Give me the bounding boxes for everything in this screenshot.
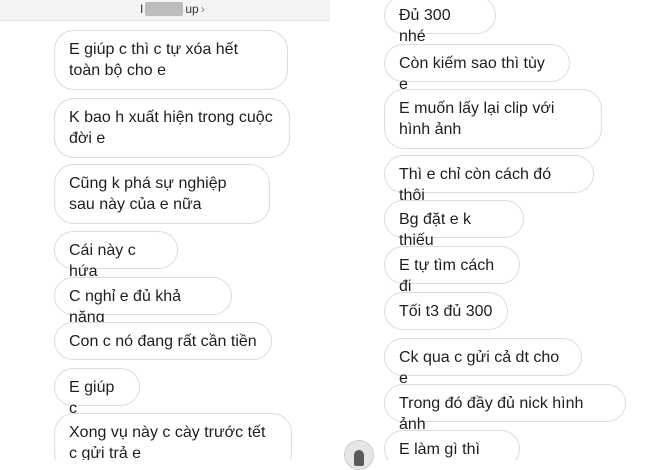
message-bubble: C nghỉ e đủ khả năng xyxy=(54,277,232,326)
message-bubble: E giúp c thì c tự xóa hết toàn bộ cho e xyxy=(54,30,288,90)
chat-title-suffix: up xyxy=(185,2,199,16)
message-bubble: E giúp c xyxy=(54,368,140,417)
message-bubble: Con c nó đang rất cần tiền xyxy=(54,322,272,360)
message-bubble: E muốn lấy lại clip với hình ảnh xyxy=(384,89,602,149)
message-bubble: Xong vụ này c cày trước tết c gửi trả e xyxy=(54,413,292,460)
message-bubble: Đủ 300 nhé xyxy=(384,0,496,45)
chat-title[interactable]: I up › xyxy=(140,2,205,16)
left-chat-panel: E giúp c thì c tự xóa hết toàn bộ cho e … xyxy=(0,0,330,460)
avatar-figure xyxy=(354,450,364,466)
message-bubble: Ck qua c gửi cả dt cho e xyxy=(384,338,582,387)
message-bubble: E làm gì thì làm xyxy=(384,430,520,460)
message-bubble: Cũng k phá sự nghiệp sau này của e nữa xyxy=(54,164,270,224)
right-chat-panel: Đủ 300 nhé Còn kiếm sao thì tùy e E muốn… xyxy=(334,0,660,460)
user-avatar-icon[interactable] xyxy=(344,440,374,470)
message-bubble: Còn kiếm sao thì tùy e xyxy=(384,44,570,93)
message-bubble: Cái này c hứa xyxy=(54,231,178,280)
message-bubble: Bg đặt e k thiếu xyxy=(384,200,524,249)
message-bubble: Trong đó đầy đủ nick hình ảnh xyxy=(384,384,626,433)
message-bubble: E tự tìm cách đi xyxy=(384,246,520,295)
chevron-right-icon: › xyxy=(200,2,205,16)
message-bubble: Thì e chỉ còn cách đó thôi xyxy=(384,155,594,204)
message-bubble: Tối t3 đủ 300 xyxy=(384,292,508,330)
blurred-name-block xyxy=(145,2,184,16)
chat-header[interactable]: I up › xyxy=(0,0,330,21)
message-bubble: K bao h xuất hiện trong cuộc đời e xyxy=(54,98,290,158)
chat-title-prefix: I xyxy=(140,2,144,16)
